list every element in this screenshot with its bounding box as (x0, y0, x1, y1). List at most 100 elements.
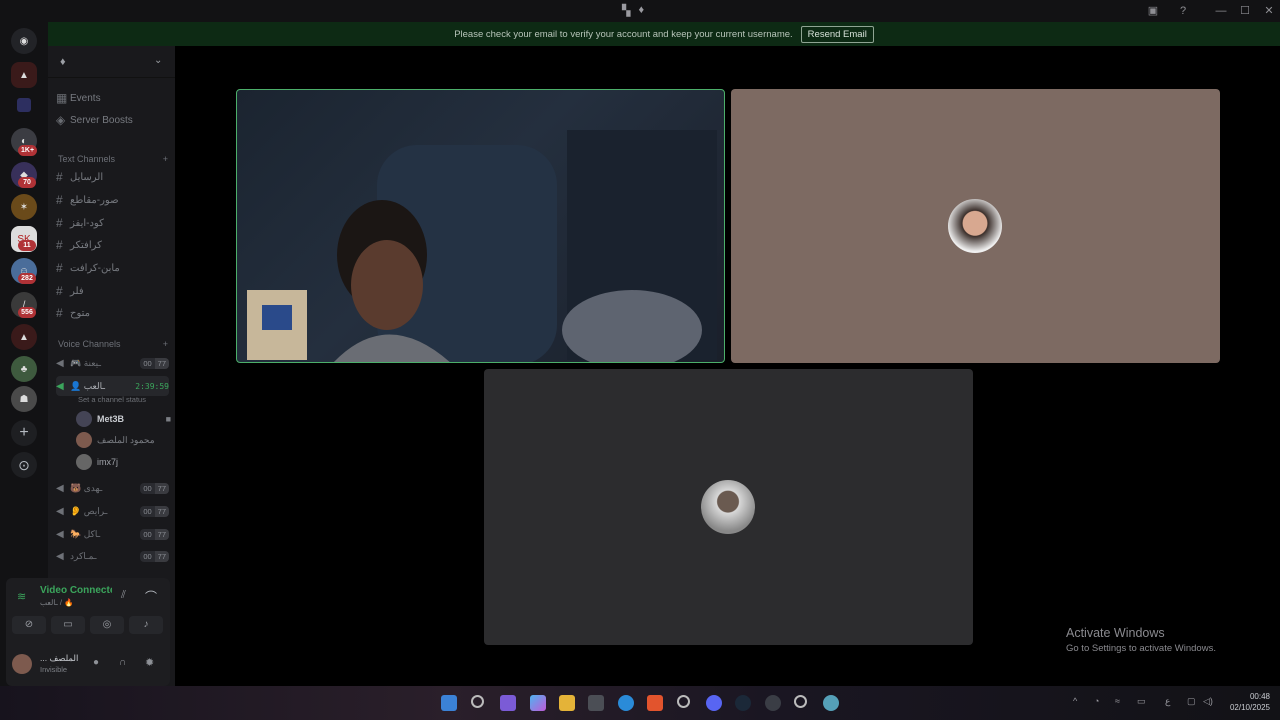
store-icon[interactable] (588, 695, 604, 711)
taskbar: ^ ◔ ≈ ▭ ع ▢ ◁) 00:48 02/10/2025 (0, 686, 1280, 720)
category-label: Text Channels (58, 154, 116, 164)
noise-suppression-icon[interactable]: ⫽ (121, 589, 126, 602)
face (351, 240, 423, 330)
steam-icon[interactable] (735, 695, 751, 711)
headphones-icon[interactable]: ∩ (119, 657, 126, 668)
sidebar-item-label: Events (70, 92, 101, 104)
voice-member[interactable]: Met3B ■ (76, 409, 171, 429)
steelseries-icon[interactable] (677, 695, 690, 708)
chevron-down-icon[interactable]: ⌄ (154, 55, 162, 66)
text-channel[interactable]: # مابن-كرافت (56, 258, 169, 278)
monitor-icon[interactable]: ▢ (1187, 696, 1196, 707)
server-badge: 1K+ (18, 145, 38, 156)
speedometer-icon[interactable] (794, 695, 807, 708)
chevron-up-icon[interactable]: ^ (1073, 696, 1077, 706)
voice-channel[interactable]: ◀ 🎮 ـيعنة 00 77 (56, 353, 169, 373)
voice-member[interactable]: محمود الملصف (76, 430, 171, 450)
add-channel-icon[interactable]: + (163, 154, 168, 164)
channel-name: ـمـاكرد (70, 550, 97, 561)
gamepad-icon[interactable] (500, 695, 516, 711)
category-text-channels[interactable]: Text Channels + (58, 154, 168, 164)
text-channel[interactable]: # كود-ايفز (56, 213, 169, 233)
server-icon[interactable]: ▲ (11, 62, 37, 88)
count-a: 00 (140, 505, 155, 517)
gear-icon[interactable]: ✹ (145, 656, 154, 669)
user-limit-badge: 00 77 (140, 528, 169, 540)
tray-app-icon[interactable]: ◔ (1094, 696, 1099, 706)
member-name: Met3B (97, 414, 125, 424)
activities-icon[interactable]: ◎ (90, 616, 124, 634)
sidebar-item-events[interactable]: ▦ Events (56, 88, 169, 108)
hash-icon: # (56, 170, 63, 184)
boost-icon: ◈ (56, 113, 66, 127)
avatar (948, 199, 1002, 253)
search-icon[interactable] (471, 695, 484, 708)
discord-icon[interactable] (706, 695, 722, 711)
server-header[interactable]: ♦ ⌄ (48, 46, 175, 78)
server-icon[interactable]: ✶ (11, 194, 37, 220)
screen-share-icon[interactable]: ▭ (51, 616, 85, 634)
folder-icon[interactable] (17, 98, 31, 112)
voice-channel[interactable]: ◀ 👂 ـرايص 00 77 (56, 501, 169, 521)
sidebar-item-server-boosts[interactable]: ◈ Server Boosts (56, 110, 169, 130)
user-name[interactable]: ... الملصف (40, 653, 78, 664)
voice-channel[interactable]: ◀ 🐎 ـاكل 00 77 (56, 524, 169, 544)
camera-off-icon[interactable]: ⊘ (12, 616, 46, 634)
screen-icon[interactable]: ▣ (1144, 3, 1162, 19)
voice-channel[interactable]: ◀ ـمـاكرد 00 77 (56, 546, 169, 566)
voice-member[interactable]: imx7j (76, 452, 171, 472)
text-channel[interactable]: # فلر (56, 281, 169, 301)
avatar (76, 411, 92, 427)
category-voice-channels[interactable]: Voice Channels + (58, 339, 168, 349)
text-channel[interactable]: # الرسايل (56, 167, 169, 187)
connected-channel[interactable]: ـالعب / 🔥 (40, 598, 73, 607)
brave-icon[interactable] (647, 695, 663, 711)
hash-icon: # (56, 261, 63, 275)
microphone-icon[interactable]: ● (93, 657, 99, 668)
close-button[interactable]: ✕ (1260, 3, 1278, 19)
disconnect-icon[interactable]: ⌒ (145, 588, 157, 605)
video-tile-met3b[interactable] (236, 89, 725, 363)
signal-icon: ≋ (17, 591, 27, 603)
user-status: Invisible (40, 665, 68, 674)
help-icon[interactable]: ? (1174, 3, 1192, 19)
count-a: 00 (140, 357, 155, 369)
clock-date: 02/10/2025 (1229, 703, 1270, 712)
avatar[interactable] (12, 654, 32, 674)
speaker-icon: ◀ (56, 528, 64, 540)
volume-icon[interactable]: ◁) (1203, 696, 1213, 707)
channel-name: كرافتكر (70, 239, 102, 251)
text-channel[interactable]: # متوح (56, 303, 169, 323)
copilot-icon[interactable] (530, 695, 546, 711)
app-icon[interactable] (765, 695, 781, 711)
member-name: imx7j (97, 457, 119, 467)
discord-home-icon[interactable]: ◉ (11, 28, 37, 54)
app-icon[interactable] (823, 695, 839, 711)
server-icon[interactable]: ▲ (11, 324, 37, 350)
add-channel-icon[interactable]: + (163, 339, 168, 349)
soundboard-icon[interactable]: ♪ (129, 616, 163, 634)
text-channel[interactable]: # صور-مقاطع (56, 190, 169, 210)
channel-name: 🎮 ـيعنة (70, 357, 101, 368)
display-icon[interactable]: ▭ (1137, 696, 1146, 707)
minimize-button[interactable]: — (1212, 3, 1230, 19)
edge-icon[interactable] (618, 695, 634, 711)
voice-channel-active[interactable]: ◀ 👤 ـالعب 2:39:59 (56, 376, 169, 396)
add-server-icon[interactable]: + (11, 420, 37, 446)
language-indicator[interactable]: ع (1165, 696, 1170, 707)
network-icon[interactable]: ≈ (1115, 696, 1120, 706)
server-icon[interactable]: ♣ (11, 356, 37, 382)
video-tile-user-3[interactable] (484, 369, 973, 645)
maximize-button[interactable]: ☐ (1236, 3, 1254, 19)
folder-icon[interactable] (559, 695, 575, 711)
resend-email-button[interactable]: Resend Email (800, 25, 874, 43)
channel-status[interactable]: Set a channel status (78, 395, 146, 404)
server-icon[interactable]: ☗ (11, 386, 37, 412)
start-icon[interactable] (441, 695, 457, 711)
clock[interactable]: 00:48 02/10/2025 (1222, 692, 1270, 712)
connection-status[interactable]: Video Connected (40, 585, 112, 596)
discover-icon[interactable]: ⊙ (11, 452, 37, 478)
voice-channel[interactable]: ◀ 🐻 ـهدى 00 77 (56, 478, 169, 498)
text-channel[interactable]: # كرافتكر (56, 235, 169, 255)
video-tile-user-2[interactable] (731, 89, 1220, 363)
